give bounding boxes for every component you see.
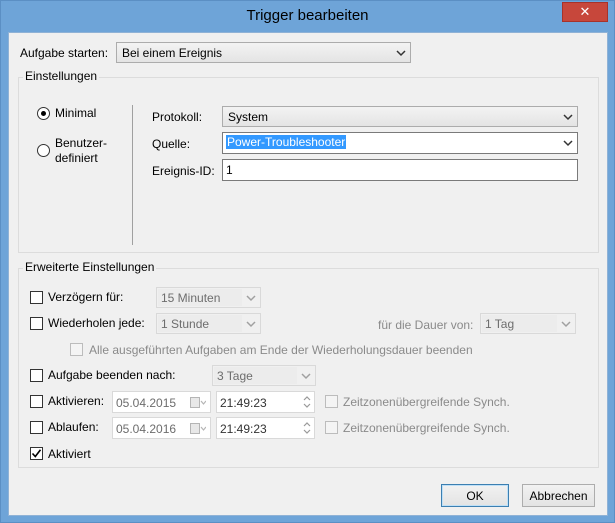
radio-custom-label-line2: definiert [55,151,98,165]
chevron-down-icon [246,295,256,302]
chevron-down-icon [246,321,256,328]
repeat-checkbox[interactable] [30,317,43,330]
quelle-combo[interactable]: Power-Troubleshooter [222,132,578,154]
settings-group-title: Einstellungen [23,69,100,83]
close-button[interactable]: ✕ [562,2,608,22]
end-after-checkbox[interactable] [30,369,43,382]
vertical-divider [132,105,133,245]
close-icon: ✕ [579,4,591,19]
title-bar[interactable]: Trigger bearbeiten ✕ [1,1,614,32]
window-title: Trigger bearbeiten [246,7,369,24]
chevron-down-icon [561,321,571,328]
repeat-label: Wiederholen jede: [48,316,145,330]
delay-checkbox[interactable] [30,291,43,304]
radio-custom-label-line1: Benutzer- [55,136,108,150]
chevron-down-icon [563,140,573,147]
radio-minimal-label: Minimal [55,106,97,120]
start-combo[interactable]: Bei einem Ereignis [116,42,411,63]
duration-combo-value: 1 Tag [485,317,515,331]
calendar-dropdown-icon [190,423,206,434]
end-after-combo[interactable]: 3 Tage [212,365,316,386]
activate-sync-label: Zeitzonenübergreifende Synch. [343,395,510,409]
enabled-label: Aktiviert [48,447,91,461]
protokoll-combo-value: System [228,110,269,124]
expire-time-value: 21:49:23 [220,422,267,436]
expire-sync-label: Zeitzonenübergreifende Synch. [343,421,510,435]
dialog-client: Aufgabe starten: Bei einem Ereignis Eins… [8,32,608,516]
chevron-down-icon [563,114,573,121]
stop-all-checkbox[interactable] [70,343,83,356]
quelle-label: Quelle: [152,137,191,151]
end-after-combo-value: 3 Tage [217,369,253,383]
enabled-checkbox[interactable] [30,447,43,460]
spinner-icon[interactable] [302,420,312,436]
activate-time-picker[interactable]: 21:49:23 [216,391,315,413]
expire-sync-checkbox[interactable] [325,421,338,434]
advanced-group-title: Erweiterte Einstellungen [23,260,157,274]
activate-label: Aktivieren: [48,394,105,408]
dialog-window: Trigger bearbeiten ✕ Aufgabe starten: Be… [0,0,615,523]
radio-custom[interactable] [37,144,50,157]
expire-time-picker[interactable]: 21:49:23 [216,417,315,439]
activate-sync-checkbox[interactable] [325,395,338,408]
activate-time-value: 21:49:23 [220,396,267,410]
activate-date-value: 05.04.2015 [116,396,177,410]
expire-date-picker[interactable]: 05.04.2016 [112,417,211,439]
activate-date-picker[interactable]: 05.04.2015 [112,391,211,413]
chevron-down-icon [396,50,406,57]
stop-all-label: Alle ausgeführten Aufgaben am Ende der W… [89,343,473,357]
ok-button[interactable]: OK [441,484,509,507]
protokoll-combo[interactable]: System [222,106,578,127]
spinner-icon[interactable] [302,394,312,410]
cancel-button[interactable]: Abbrechen [522,484,595,507]
checkmark-icon [31,449,42,458]
expire-checkbox[interactable] [30,421,43,434]
delay-combo-value: 15 Minuten [161,291,221,305]
activate-checkbox[interactable] [30,395,43,408]
repeat-combo-value: 1 Stunde [161,317,210,331]
delay-combo[interactable]: 15 Minuten [156,287,261,308]
repeat-combo[interactable]: 1 Stunde [156,313,261,334]
quelle-value: Power-Troubleshooter [226,135,347,149]
start-combo-value: Bei einem Ereignis [122,46,223,60]
duration-combo[interactable]: 1 Tag [480,313,576,334]
duration-label: für die Dauer von: [378,318,474,332]
protokoll-label: Protokoll: [152,110,203,124]
ereignis-id-input[interactable]: 1 [222,159,578,181]
calendar-dropdown-icon [190,397,206,408]
expire-date-value: 05.04.2016 [116,422,177,436]
cancel-button-label: Abbrechen [529,488,588,503]
ereignis-id-value: 1 [226,163,233,177]
delay-label: Verzögern für: [48,290,124,304]
ereignis-id-label: Ereignis-ID: [152,164,215,178]
start-label: Aufgabe starten: [20,46,109,60]
expire-label: Ablaufen: [48,420,99,434]
end-after-label: Aufgabe beenden nach: [48,368,176,382]
radio-selected-dot [41,111,46,116]
radio-minimal[interactable] [37,107,50,120]
chevron-down-icon [301,373,311,380]
ok-button-label: OK [466,488,484,503]
